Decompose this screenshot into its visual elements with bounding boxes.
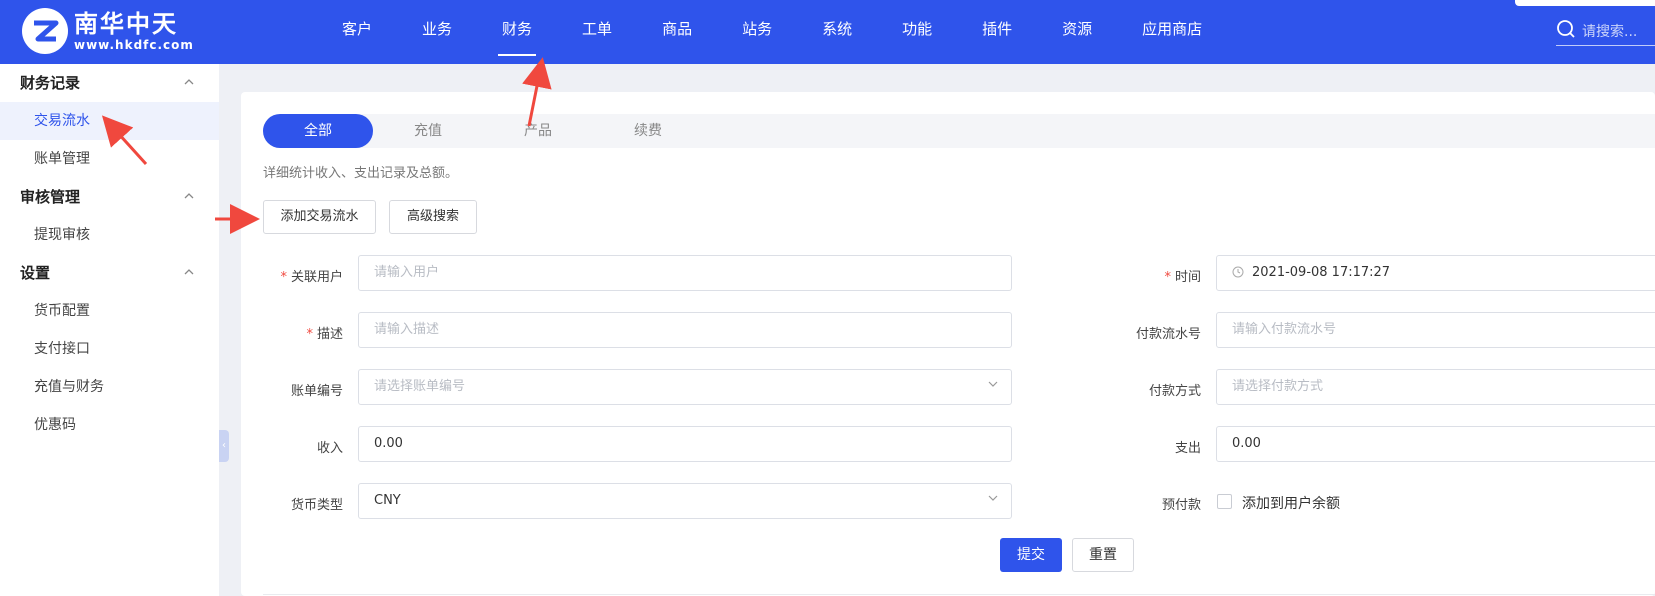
- currency-label: 货币类型: [290, 498, 343, 513]
- prepay-checkbox-label[interactable]: 添加到用户余额: [1242, 493, 1340, 513]
- sidebar-item-bills[interactable]: 账单管理: [0, 140, 219, 178]
- prepay-label: 预付款: [1161, 498, 1201, 513]
- pay-method-select[interactable]: 请选择付款方式: [1216, 369, 1655, 405]
- clock-icon: [1232, 258, 1244, 292]
- tab-all[interactable]: 全部: [263, 114, 373, 148]
- user-input[interactable]: 请输入用户: [358, 255, 1012, 291]
- sidebar-group-settings[interactable]: 设置: [0, 254, 219, 292]
- chevron-up-icon: [183, 254, 195, 292]
- user-field-label: * 关联用户: [280, 270, 343, 285]
- sidebar-item-transactions[interactable]: 交易流水: [0, 102, 219, 140]
- nav-resources[interactable]: 资源: [1044, 0, 1110, 64]
- add-transaction-button[interactable]: 添加交易流水: [263, 200, 376, 234]
- card-divider: [263, 594, 1655, 595]
- invoice-label: 账单编号: [290, 384, 343, 399]
- description-input[interactable]: 请输入描述: [358, 312, 1012, 348]
- top-corner-panel: [1515, 0, 1655, 6]
- prepay-checkbox[interactable]: [1217, 494, 1232, 509]
- tab-renewal[interactable]: 续费: [593, 114, 703, 148]
- invoice-select[interactable]: 请选择账单编号: [358, 369, 1012, 405]
- sidebar-item-currency-config[interactable]: 货币配置: [0, 292, 219, 330]
- expense-label: 支出: [1174, 441, 1201, 456]
- nav-product[interactable]: 商品: [644, 0, 710, 64]
- brand-logo[interactable]: 南华中天 www.hkdfc.com: [22, 8, 194, 54]
- search-box[interactable]: 请搜索...: [1556, 16, 1655, 46]
- main-card: 全部 充值 产品 续费 详细统计收入、支出记录及总额。 添加交易流水 高级搜索 …: [241, 92, 1655, 596]
- income-label: 收入: [316, 441, 343, 456]
- top-navbar: 南华中天 www.hkdfc.com 客户 业务 财务 工单 商品 站务 系统 …: [0, 0, 1655, 64]
- nav-features[interactable]: 功能: [884, 0, 950, 64]
- nav-plugins[interactable]: 插件: [964, 0, 1030, 64]
- sidebar-group-review[interactable]: 审核管理: [0, 178, 219, 216]
- time-field-label: * 时间: [1164, 270, 1201, 285]
- sidebar-item-recharge-finance[interactable]: 充值与财务: [0, 368, 219, 406]
- main-nav: 客户 业务 财务 工单 商品 站务 系统 功能 插件 资源 应用商店: [324, 0, 1234, 64]
- pay-serial-label: 付款流水号: [1135, 327, 1201, 342]
- advanced-search-button[interactable]: 高级搜索: [389, 200, 477, 234]
- time-picker[interactable]: 2021-09-08 17:17:27: [1216, 255, 1655, 291]
- nav-app-store[interactable]: 应用商店: [1124, 0, 1220, 64]
- logo-icon: [22, 8, 68, 54]
- chevron-down-icon: [987, 370, 999, 404]
- sidebar-item-coupons[interactable]: 优惠码: [0, 406, 219, 444]
- nav-system[interactable]: 系统: [804, 0, 870, 64]
- submit-button[interactable]: 提交: [1000, 538, 1062, 572]
- page-description: 详细统计收入、支出记录及总额。: [263, 166, 459, 181]
- income-input[interactable]: 0.00: [358, 426, 1012, 462]
- brand-name: 南华中天: [74, 10, 178, 38]
- nav-site[interactable]: 站务: [724, 0, 790, 64]
- sidebar-item-withdraw-review[interactable]: 提现审核: [0, 216, 219, 254]
- search-icon[interactable]: [1556, 19, 1576, 43]
- sidebar-item-payment-gateway[interactable]: 支付接口: [0, 330, 219, 368]
- pay-serial-input[interactable]: 请输入付款流水号: [1216, 312, 1655, 348]
- nav-customer[interactable]: 客户: [324, 0, 390, 64]
- tab-recharge[interactable]: 充值: [373, 114, 483, 148]
- sidebar-group-label: 财务记录: [20, 74, 81, 92]
- currency-select[interactable]: CNY: [358, 483, 1012, 519]
- chevron-up-icon: [183, 64, 195, 102]
- search-input[interactable]: 请搜索...: [1582, 21, 1637, 41]
- sidebar: 财务记录 交易流水 账单管理 审核管理 提现审核 设置 货币配置 支付接口 充值…: [0, 64, 219, 596]
- nav-finance[interactable]: 财务: [484, 0, 550, 64]
- sidebar-collapse-handle[interactable]: ‹: [219, 430, 229, 462]
- reset-button[interactable]: 重置: [1072, 538, 1134, 572]
- expense-input[interactable]: 0.00: [1216, 426, 1655, 462]
- sidebar-group-finance-records[interactable]: 财务记录: [0, 64, 219, 102]
- type-tabs: 全部 充值 产品 续费: [263, 114, 1655, 148]
- chevron-up-icon: [183, 178, 195, 216]
- sidebar-group-label: 审核管理: [20, 188, 81, 206]
- desc-field-label: * 描述: [306, 327, 343, 342]
- nav-ticket[interactable]: 工单: [564, 0, 630, 64]
- brand-url: www.hkdfc.com: [74, 38, 194, 52]
- tab-product[interactable]: 产品: [483, 114, 593, 148]
- chevron-down-icon: [987, 484, 999, 518]
- nav-business[interactable]: 业务: [404, 0, 470, 64]
- sidebar-group-label: 设置: [20, 264, 51, 282]
- pay-method-label: 付款方式: [1148, 384, 1201, 399]
